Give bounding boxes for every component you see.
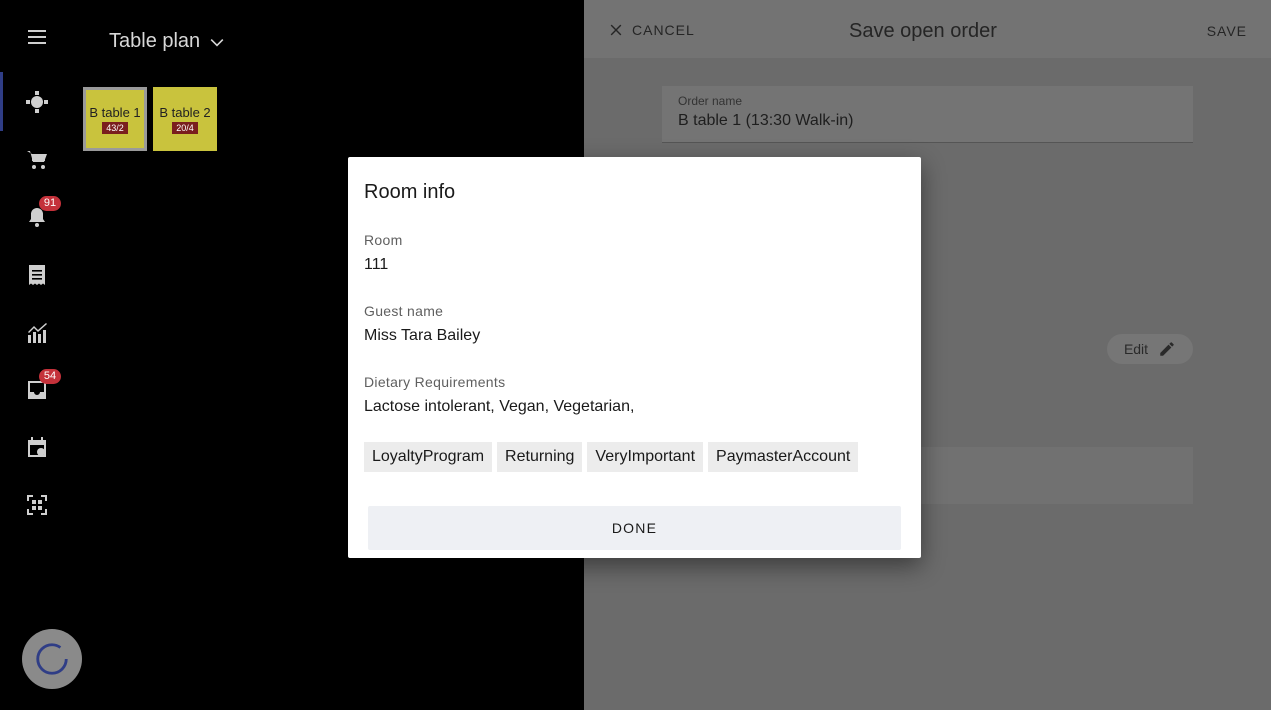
active-indicator [0,72,3,131]
chevron-down-icon [210,38,224,46]
edit-button[interactable]: Edit [1107,334,1193,364]
close-icon [610,24,622,36]
cancel-button[interactable]: CANCEL [608,22,695,38]
guest-name-label: Guest name [364,303,444,319]
table-tile-b-table-2[interactable]: B table 2 20/4 [153,87,217,151]
tag-chip: PaymasterAccount [708,442,859,472]
receipt-icon[interactable] [24,262,50,288]
table-plan-dropdown[interactable]: Table plan [109,30,226,53]
order-name-label: Order name [678,94,743,108]
table-count: 20/4 [172,121,198,134]
table-name: B table 1 [89,104,141,120]
edit-label: Edit [1123,341,1149,357]
qr-scan-icon[interactable] [24,492,50,518]
loading-spinner-button[interactable] [22,629,82,689]
tag-chip: VeryImportant [587,442,704,472]
guest-name-value: Miss Tara Bailey [364,327,481,344]
spinner-icon [36,643,68,675]
tag-chip: LoyaltyProgram [364,442,493,472]
table-plan-icon[interactable] [24,89,50,115]
dialog-title: Room info [364,181,456,203]
notification-badge: 91 [39,196,61,211]
table-count: 43/2 [102,121,128,134]
room-label: Room [364,232,403,248]
guest-tags: LoyaltyProgram Returning VeryImportant P… [364,442,859,472]
table-name: B table 2 [159,104,211,120]
nav-rail: 91 54 [0,0,82,710]
room-info-dialog: Room info Room 111 Guest name Miss Tara … [348,157,921,558]
inbox-badge: 54 [39,369,61,384]
save-button[interactable]: SAVE [1207,23,1247,39]
done-button[interactable]: DONE [368,506,901,550]
order-name-field[interactable]: Order name B table 1 (13:30 Walk-in) [662,86,1193,143]
reports-icon[interactable] [24,320,50,346]
pencil-icon [1160,342,1174,356]
dietary-value: Lactose intolerant, Vegan, Vegetarian, [364,398,635,415]
dietary-label: Dietary Requirements [364,374,506,390]
page-title: Table plan [109,30,201,52]
cancel-label: CANCEL [632,22,695,38]
menu-icon[interactable] [24,24,50,50]
cart-icon[interactable] [24,147,50,173]
order-name-value: B table 1 (13:30 Walk-in) [678,112,854,129]
drawer-header: CANCEL Save open order SAVE [584,0,1271,58]
calendar-icon[interactable] [24,435,50,461]
drawer-title: Save open order [849,20,997,42]
table-tile-b-table-1[interactable]: B table 1 43/2 [83,87,147,151]
room-value: 111 [364,256,389,273]
tag-chip: Returning [497,442,583,472]
